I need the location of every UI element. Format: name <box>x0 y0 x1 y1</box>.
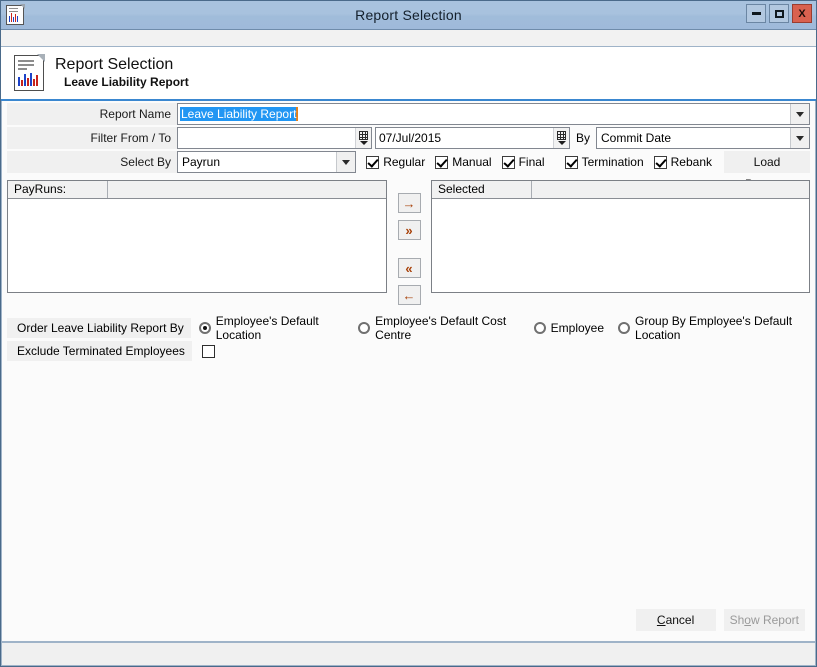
checkbox-rebank-label: Rebank <box>670 155 712 169</box>
checkbox-final-box[interactable] <box>501 155 515 169</box>
exclude-terminated-checkbox[interactable] <box>201 344 215 358</box>
filter-from-calendar-icon[interactable] <box>355 128 371 148</box>
page-header: Report Selection Leave Liability Report <box>1 47 816 101</box>
move-all-left-button[interactable]: « <box>397 258 421 278</box>
checkbox-final-label: Final <box>518 155 545 169</box>
minimize-button[interactable] <box>746 4 766 23</box>
report-name-chevron-down-icon[interactable] <box>790 104 809 124</box>
report-options: Order Leave Liability Report By Employee… <box>2 312 815 364</box>
filter-by-combo[interactable]: Commit Date <box>596 127 810 149</box>
filter-to-calendar-icon[interactable] <box>553 128 569 148</box>
available-payruns-column-header: PayRuns: <box>8 181 108 198</box>
toolbar-strip <box>1 30 816 47</box>
available-payruns-items[interactable] <box>8 199 386 292</box>
maximize-icon <box>774 9 784 18</box>
exclude-terminated-label: Exclude Terminated Employees <box>7 341 192 361</box>
form-fields: Report Name Leave Liability Report Filte… <box>2 101 815 191</box>
window-controls: X <box>746 4 812 23</box>
move-left-button[interactable]: ← <box>397 285 421 305</box>
select-by-chevron-down-icon[interactable] <box>336 152 356 172</box>
available-payruns-header: PayRuns: <box>8 181 386 199</box>
report-name-row: Report Name Leave Liability Report <box>7 103 810 125</box>
select-by-value: Payrun <box>182 155 221 169</box>
radio-employee-circle[interactable] <box>533 322 546 334</box>
exclude-terminated-row: Exclude Terminated Employees <box>7 341 810 361</box>
maximize-button[interactable] <box>769 4 789 23</box>
dialog-body: Report Name Leave Liability Report Filte… <box>1 101 816 642</box>
order-by-row: Order Leave Liability Report By Employee… <box>7 314 810 342</box>
radio-employee-label: Employee <box>550 321 605 335</box>
report-name-input[interactable]: Leave Liability Report <box>178 107 790 121</box>
checkbox-rebank-box[interactable] <box>653 155 667 169</box>
move-all-right-button[interactable]: » <box>397 220 421 240</box>
page-title: Report Selection <box>55 56 174 74</box>
filter-to-value[interactable]: 07/Jul/2015 <box>376 131 553 145</box>
report-selection-window: Report Selection X Report Selection Leav… <box>0 0 817 667</box>
page-subtitle: Leave Liability Report <box>64 74 189 89</box>
transfer-buttons: → » « ← <box>387 180 431 312</box>
move-right-button[interactable]: → <box>397 193 421 213</box>
select-by-combo[interactable]: Payrun <box>177 151 357 173</box>
available-payruns-listbox[interactable]: PayRuns: <box>7 180 387 293</box>
checkbox-rebank[interactable]: Rebank <box>653 155 712 169</box>
filter-range-label: Filter From / To <box>7 127 177 149</box>
checkbox-termination-label: Termination <box>581 155 644 169</box>
report-document-icon <box>14 54 45 91</box>
radio-default-cost-centre-label: Employee's Default Cost Centre <box>375 314 507 342</box>
window-titlebar: Report Selection X <box>1 1 816 30</box>
report-name-value: Leave Liability Report <box>180 107 299 121</box>
checkbox-regular-box[interactable] <box>366 155 380 169</box>
load-payruns-button[interactable]: Load Payruns <box>724 151 810 191</box>
checkbox-final[interactable]: Final <box>501 155 545 169</box>
filter-from-field[interactable] <box>177 127 372 149</box>
checkbox-termination-box[interactable] <box>564 155 578 169</box>
close-button[interactable]: X <box>792 4 812 23</box>
order-by-label: Order Leave Liability Report By <box>7 318 191 338</box>
filter-by-label: By <box>576 131 591 145</box>
report-name-combo[interactable]: Leave Liability Report <box>177 103 810 125</box>
checkbox-manual-box[interactable] <box>435 155 449 169</box>
radio-group-by-default-location-circle[interactable] <box>618 322 631 334</box>
filter-to-field[interactable]: 07/Jul/2015 <box>375 127 570 149</box>
radio-default-location-label: Employee's Default Location <box>215 314 319 342</box>
selected-payruns-column-header: Selected PayRuns <box>432 181 532 213</box>
radio-group-by-default-location[interactable]: Group By Employee's Default Location <box>618 314 810 342</box>
select-by-row: Select By Payrun Regular Manual Final Te… <box>7 151 810 191</box>
radio-employee[interactable]: Employee <box>533 321 605 335</box>
filter-by-chevron-down-icon[interactable] <box>790 128 809 148</box>
minimize-icon <box>751 12 761 15</box>
window-title: Report Selection <box>355 7 462 23</box>
radio-default-cost-centre[interactable]: Employee's Default Cost Centre <box>358 314 520 342</box>
checkbox-regular-label: Regular <box>383 155 426 169</box>
selected-payruns-items[interactable] <box>432 199 809 292</box>
radio-default-cost-centre-circle[interactable] <box>358 322 371 334</box>
report-name-label: Report Name <box>7 103 177 125</box>
cancel-button[interactable]: Cancel <box>635 609 716 631</box>
radio-group-by-default-location-label: Group By Employee's Default Location <box>635 314 793 342</box>
checkbox-manual[interactable]: Manual <box>435 155 492 169</box>
dialog-footer: Cancel Show Report <box>2 609 815 641</box>
radio-default-location[interactable]: Employee's Default Location <box>198 314 344 342</box>
checkbox-regular[interactable]: Regular <box>366 155 425 169</box>
selected-payruns-listbox[interactable]: Selected PayRuns <box>431 180 810 293</box>
show-report-button[interactable]: Show Report <box>723 609 805 631</box>
checkbox-manual-label: Manual <box>452 155 492 169</box>
status-bar <box>1 642 816 666</box>
selected-payruns-header: Selected PayRuns <box>432 181 809 213</box>
filter-by-value: Commit Date <box>601 131 672 145</box>
filter-range-row: Filter From / To 07/Jul/2015 By Commit D… <box>7 127 810 149</box>
checkbox-termination[interactable]: Termination <box>564 155 644 169</box>
radio-default-location-circle[interactable] <box>198 322 211 334</box>
select-by-label: Select By <box>7 151 177 173</box>
payruns-transfer-zone: PayRuns: → » « ← Selected PayRuns <box>2 175 815 312</box>
